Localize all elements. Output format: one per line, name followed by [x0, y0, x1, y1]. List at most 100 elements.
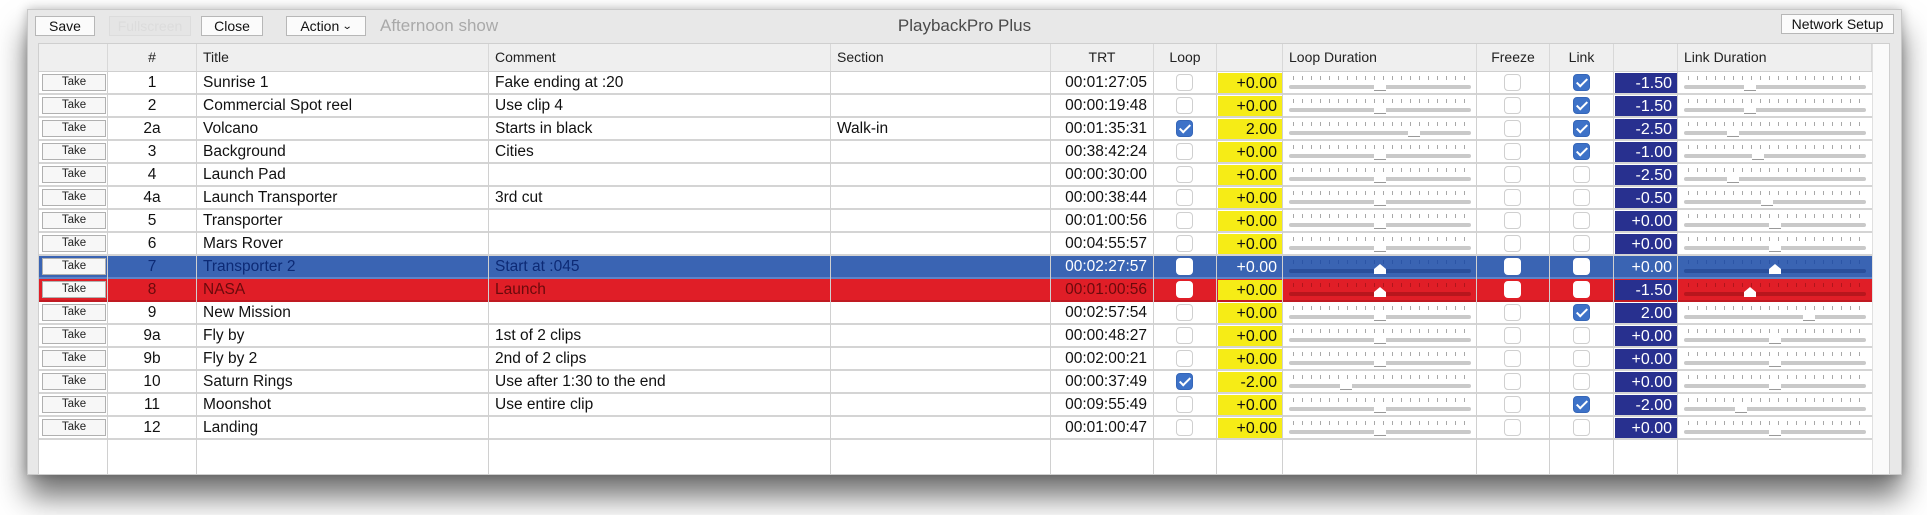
cue-comment[interactable]: Fake ending at :20: [489, 72, 831, 93]
link-duration-slider[interactable]: [1680, 164, 1870, 185]
table-row[interactable]: Take 12 Landing 00:01:00:47 +0.00 +0.00: [39, 417, 1889, 440]
slider-knob[interactable]: [1374, 172, 1386, 183]
slider-knob[interactable]: [1803, 310, 1815, 321]
col-trt[interactable]: TRT: [1051, 44, 1154, 71]
slider-knob[interactable]: [1743, 80, 1756, 91]
col-freeze[interactable]: Freeze: [1477, 44, 1550, 71]
loop-duration-slider[interactable]: [1285, 256, 1475, 277]
col-comment[interactable]: Comment: [489, 44, 831, 71]
link-value[interactable]: -0.50: [1615, 188, 1677, 208]
cue-comment[interactable]: [489, 417, 831, 438]
link-value[interactable]: +0.00: [1615, 257, 1677, 277]
table-row[interactable]: Take 9 New Mission 00:02:57:54 +0.00 2.00: [39, 302, 1889, 325]
take-button[interactable]: Take: [42, 120, 106, 137]
cue-title[interactable]: Volcano: [197, 118, 489, 139]
loop-value[interactable]: +0.00: [1218, 211, 1282, 231]
link-value[interactable]: -2.50: [1615, 119, 1677, 139]
link-value[interactable]: +0.00: [1615, 418, 1677, 438]
col-link[interactable]: Link: [1550, 44, 1614, 71]
take-button[interactable]: Take: [42, 212, 106, 229]
cue-title[interactable]: Landing: [197, 417, 489, 438]
cue-title[interactable]: Transporter: [197, 210, 489, 231]
loop-value[interactable]: +0.00: [1218, 418, 1282, 438]
cue-section[interactable]: [831, 233, 1051, 254]
link-duration-slider[interactable]: [1680, 210, 1870, 231]
slider-knob[interactable]: [1374, 356, 1386, 367]
link-duration-slider[interactable]: [1680, 325, 1870, 346]
cue-section[interactable]: [831, 72, 1051, 93]
take-button[interactable]: Take: [42, 396, 106, 413]
cue-comment[interactable]: [489, 233, 831, 254]
loop-duration-slider[interactable]: [1285, 394, 1475, 415]
col-loop[interactable]: Loop: [1154, 44, 1217, 71]
table-row[interactable]: Take 2 Commercial Spot reel Use clip 4 00:00…: [39, 95, 1889, 118]
take-button[interactable]: Take: [42, 419, 106, 436]
slider-knob[interactable]: [1769, 333, 1781, 344]
slider-knob[interactable]: [1374, 425, 1386, 436]
take-button[interactable]: Take: [42, 258, 106, 275]
link-checkbox[interactable]: [1572, 143, 1590, 160]
table-row[interactable]: Take 2a Volcano Starts in black Walk-in 00:01…: [39, 118, 1889, 141]
slider-knob[interactable]: [1374, 310, 1386, 321]
slider-knob[interactable]: [1374, 264, 1386, 275]
loop-checkbox[interactable]: [1176, 419, 1193, 436]
cue-comment[interactable]: 3rd cut: [489, 187, 831, 208]
take-button[interactable]: Take: [42, 350, 106, 367]
table-row[interactable]: Take 4a Launch Transporter 3rd cut 00:00:38:…: [39, 187, 1889, 210]
network-setup-button[interactable]: Network Setup: [1781, 14, 1894, 34]
cue-comment[interactable]: Use after 1:30 to the end: [489, 371, 831, 392]
table-row[interactable]: Take 10 Saturn Rings Use after 1:30 to the …: [39, 371, 1889, 394]
table-row[interactable]: Take 11 Moonshot Use entire clip 00:09:55:49…: [39, 394, 1889, 417]
loop-checkbox[interactable]: [1176, 97, 1193, 114]
loop-checkbox[interactable]: [1176, 281, 1193, 298]
link-checkbox[interactable]: [1572, 166, 1590, 183]
link-duration-slider[interactable]: [1680, 141, 1870, 162]
loop-duration-slider[interactable]: [1285, 371, 1475, 392]
loop-value[interactable]: +0.00: [1218, 349, 1282, 369]
freeze-checkbox[interactable]: [1504, 258, 1521, 275]
table-row[interactable]: Take 6 Mars Rover 00:04:55:57 +0.00 +0.00: [39, 233, 1889, 256]
loop-value[interactable]: +0.00: [1218, 326, 1282, 346]
loop-checkbox[interactable]: [1176, 396, 1193, 413]
loop-value[interactable]: +0.00: [1218, 165, 1282, 185]
cue-section[interactable]: [831, 394, 1051, 415]
link-duration-slider[interactable]: [1680, 233, 1870, 254]
slider-knob[interactable]: [1769, 425, 1781, 436]
slider-knob[interactable]: [1408, 126, 1420, 137]
take-button[interactable]: Take: [42, 97, 106, 114]
table-row[interactable]: Take 5 Transporter 00:01:00:56 +0.00 +0.00: [39, 210, 1889, 233]
slider-knob[interactable]: [1374, 241, 1386, 252]
col-title[interactable]: Title: [197, 44, 489, 71]
freeze-checkbox[interactable]: [1504, 327, 1521, 344]
link-value[interactable]: 2.00: [1615, 303, 1677, 323]
freeze-checkbox[interactable]: [1504, 74, 1521, 91]
cue-section[interactable]: [831, 210, 1051, 231]
loop-value[interactable]: +0.00: [1218, 73, 1282, 93]
loop-duration-slider[interactable]: [1285, 164, 1475, 185]
take-button[interactable]: Take: [42, 327, 106, 344]
loop-value[interactable]: -2.00: [1218, 372, 1282, 392]
link-duration-slider[interactable]: [1680, 118, 1870, 139]
freeze-checkbox[interactable]: [1504, 212, 1521, 229]
link-checkbox[interactable]: [1572, 281, 1590, 298]
slider-knob[interactable]: [1769, 264, 1781, 275]
loop-value[interactable]: +0.00: [1218, 257, 1282, 277]
link-duration-slider[interactable]: [1680, 394, 1870, 415]
cue-comment[interactable]: Cities: [489, 141, 831, 162]
slider-knob[interactable]: [1769, 218, 1781, 229]
slider-knob[interactable]: [1760, 195, 1773, 206]
cue-title[interactable]: Launch Pad: [197, 164, 489, 185]
link-value[interactable]: -2.50: [1615, 165, 1677, 185]
cue-section[interactable]: [831, 141, 1051, 162]
link-value[interactable]: +0.00: [1615, 211, 1677, 231]
table-row[interactable]: Take 8 NASA Launch 00:01:00:56 +0.00 -1.50: [39, 279, 1889, 302]
freeze-checkbox[interactable]: [1504, 281, 1521, 298]
link-duration-slider[interactable]: [1680, 348, 1870, 369]
take-button[interactable]: Take: [42, 304, 106, 321]
slider-knob[interactable]: [1726, 126, 1739, 137]
loop-value[interactable]: +0.00: [1218, 280, 1282, 300]
loop-value[interactable]: +0.00: [1218, 188, 1282, 208]
loop-duration-slider[interactable]: [1285, 118, 1475, 139]
loop-checkbox[interactable]: [1176, 258, 1193, 275]
link-duration-slider[interactable]: [1680, 256, 1870, 277]
